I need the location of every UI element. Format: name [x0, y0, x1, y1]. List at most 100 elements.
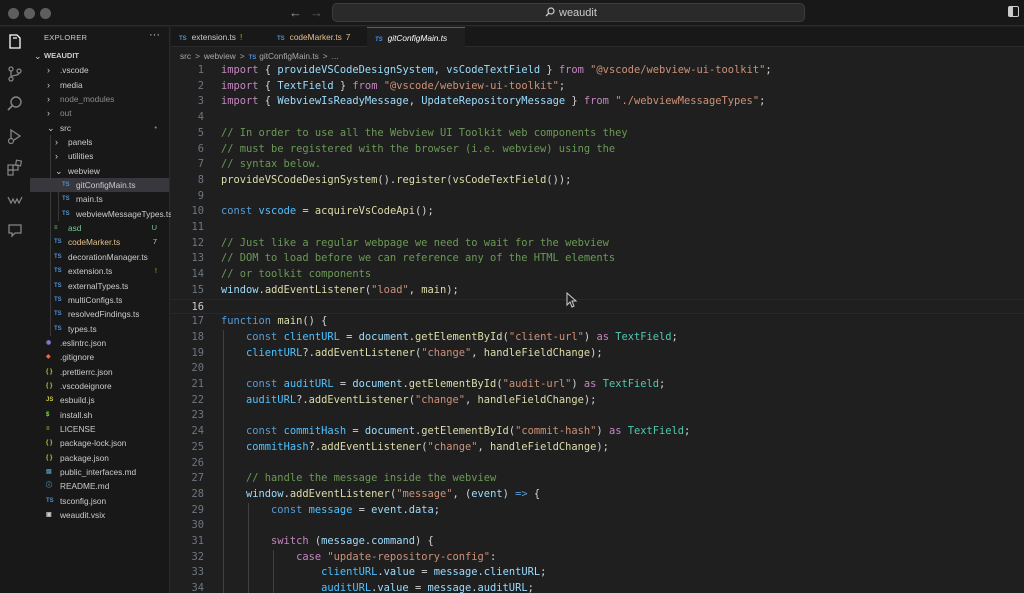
code-line[interactable]: 20	[171, 361, 1024, 377]
run-debug-icon[interactable]	[6, 127, 24, 145]
code-token: )	[571, 378, 584, 390]
code-line[interactable]: 30	[171, 518, 1024, 534]
code-line[interactable]: 32 case "update-repository-config":	[171, 550, 1024, 566]
code-line[interactable]: 12 // Just like a regular webpage we need…	[171, 236, 1024, 252]
code-line[interactable]: 8 provideVSCodeDesignSystem().register(vs…	[171, 173, 1024, 189]
line-number: 1	[197, 64, 204, 76]
code-line[interactable]: 7 // syntax below.	[171, 157, 1024, 173]
file-item[interactable]: TS tsconfig.json	[30, 494, 169, 508]
minimize-window-button[interactable]	[24, 8, 35, 19]
code-line[interactable]: 9	[171, 189, 1024, 205]
code-line[interactable]: 29 const message = event.data;	[171, 503, 1024, 519]
code-line[interactable]: 28 window.addEventListener("message", (e…	[171, 487, 1024, 503]
code-line[interactable]: 23	[171, 408, 1024, 424]
code-line[interactable]: 2 import { TextField } from "@vscode/webv…	[171, 79, 1024, 95]
tab-gitconfigmain[interactable]: TS gitConfigMain.ts	[367, 27, 465, 47]
code-token: const	[246, 425, 278, 438]
breadcrumb-item[interactable]: gitConfigMain.ts	[259, 51, 319, 61]
code-line[interactable]: 25 commitHash?.addEventListener("change"…	[171, 440, 1024, 456]
file-item[interactable]: { } .prettierrc.json	[30, 365, 169, 379]
extensions-icon[interactable]	[6, 159, 24, 177]
code-line[interactable]: 34 auditURL.value = message.auditURL;	[171, 581, 1024, 593]
code-line[interactable]: 16	[171, 298, 1024, 315]
breadcrumb-item[interactable]: src	[180, 51, 191, 61]
code-line[interactable]: 21 const auditURL = document.getElementB…	[171, 377, 1024, 393]
file-item[interactable]: JS esbuild.js	[30, 393, 169, 407]
code-token: vsCodeTextField	[452, 173, 547, 186]
code-line[interactable]: 17 function main() {	[171, 314, 1024, 330]
workspace-root[interactable]: ⌄ WEAUDIT	[30, 49, 169, 63]
explorer-title: EXPLORER	[44, 33, 88, 42]
folder-item[interactable]: ⌄ src •	[30, 121, 169, 135]
file-item[interactable]: ◆ .gitignore	[30, 350, 169, 364]
file-item[interactable]: { } package.json	[30, 451, 169, 465]
file-item[interactable]: { } .vscodeignore	[30, 379, 169, 393]
code-line[interactable]: 14 // or toolkit components	[171, 267, 1024, 283]
forward-arrow-icon[interactable]: →	[310, 5, 323, 20]
back-arrow-icon[interactable]: ←	[289, 5, 302, 20]
tab-codemarker[interactable]: TS codeMarker.ts 7	[269, 27, 367, 47]
breadcrumb-separator: >	[195, 51, 200, 61]
code-line[interactable]: 24 const commitHash = document.getElemen…	[171, 424, 1024, 440]
code-line[interactable]: 27 // handle the message inside the webv…	[171, 471, 1024, 487]
code-text: provideVSCodeDesignSystem().register(vsC…	[221, 173, 571, 189]
search-icon[interactable]	[6, 95, 24, 113]
code-line[interactable]: 33 clientURL.value = message.clientURL;	[171, 565, 1024, 581]
search-icon	[545, 7, 555, 17]
mouse-pointer-icon	[566, 292, 578, 308]
code-line[interactable]: 10 const vscode = acquireVsCodeApi();	[171, 204, 1024, 220]
source-control-icon[interactable]	[6, 65, 24, 83]
file-item[interactable]: ◉ .eslintrc.json	[30, 336, 169, 350]
code-token: ?.	[296, 393, 309, 406]
ts-file-icon: TS	[54, 253, 62, 260]
code-line[interactable]: 4	[171, 110, 1024, 126]
file-item[interactable]: ≡ LICENSE	[30, 422, 169, 436]
code-line[interactable]: 3 import { WebviewIsReadyMessage, UpdateR…	[171, 94, 1024, 110]
code-line[interactable]: 1 import { provideVSCodeDesignSystem, vsC…	[171, 63, 1024, 79]
file-item[interactable]: ▣ weaudit.vsix	[30, 508, 169, 522]
code-line[interactable]: 6 // must be registered with the browser …	[171, 142, 1024, 158]
code-line[interactable]: 13 // DOM to load before we can reference…	[171, 251, 1024, 267]
folder-item[interactable]: › out	[30, 106, 169, 120]
code-line[interactable]: 19 clientURL?.addEventListener("change",…	[171, 346, 1024, 362]
code-line[interactable]: 11	[171, 220, 1024, 236]
more-actions-icon[interactable]: ···	[149, 29, 160, 41]
code-token: event	[471, 487, 503, 500]
code-line[interactable]: 18 const clientURL = document.getElement…	[171, 330, 1024, 346]
file-item[interactable]: ⓘ README.md	[30, 479, 169, 493]
code-text: // or toolkit components	[221, 267, 371, 283]
line-number: 8	[197, 173, 204, 186]
weaudit-icon[interactable]	[6, 191, 24, 209]
close-window-button[interactable]	[8, 8, 19, 19]
toggle-sidebar-icon[interactable]	[1008, 6, 1019, 17]
tab-extension[interactable]: TS extension.ts!	[171, 27, 265, 47]
command-center-search[interactable]: weaudit	[332, 3, 805, 22]
code-line[interactable]: 5 // In order to use all the Webview UI T…	[171, 126, 1024, 142]
folder-item[interactable]: › node_modules	[30, 92, 169, 106]
code-token: ;	[684, 425, 691, 438]
code-editor[interactable]: 1 import { provideVSCodeDesignSystem, vsC…	[171, 63, 1024, 593]
code-token: TextField	[602, 378, 660, 390]
folder-item[interactable]: › media	[30, 78, 169, 92]
code-line[interactable]: 22 auditURL?.addEventListener("change", …	[171, 393, 1024, 409]
comment-icon[interactable]	[6, 221, 24, 239]
file-item[interactable]: ▤ public_interfaces.md	[30, 465, 169, 479]
file-item[interactable]: $ install.sh	[30, 408, 169, 422]
line-number: 21	[191, 378, 204, 390]
file-item[interactable]: { } package-lock.json	[30, 436, 169, 450]
code-line[interactable]: 15 window.addEventListener("load", main);	[171, 283, 1024, 299]
code-token: }	[540, 64, 559, 76]
zoom-window-button[interactable]	[40, 8, 51, 19]
folder-item[interactable]: › .vscode	[30, 63, 169, 77]
code-token: "commit-hash"	[515, 425, 597, 438]
breadcrumb-item[interactable]: ...	[332, 51, 339, 61]
code-token: from	[352, 79, 378, 92]
code-text: const message = event.data;	[221, 503, 440, 519]
breadcrumb-item[interactable]: webview	[204, 51, 236, 61]
code-token: )	[596, 425, 609, 438]
code-line[interactable]: 26	[171, 456, 1024, 472]
code-line[interactable]: 31 switch (message.command) {	[171, 534, 1024, 550]
files-icon[interactable]	[6, 33, 24, 51]
